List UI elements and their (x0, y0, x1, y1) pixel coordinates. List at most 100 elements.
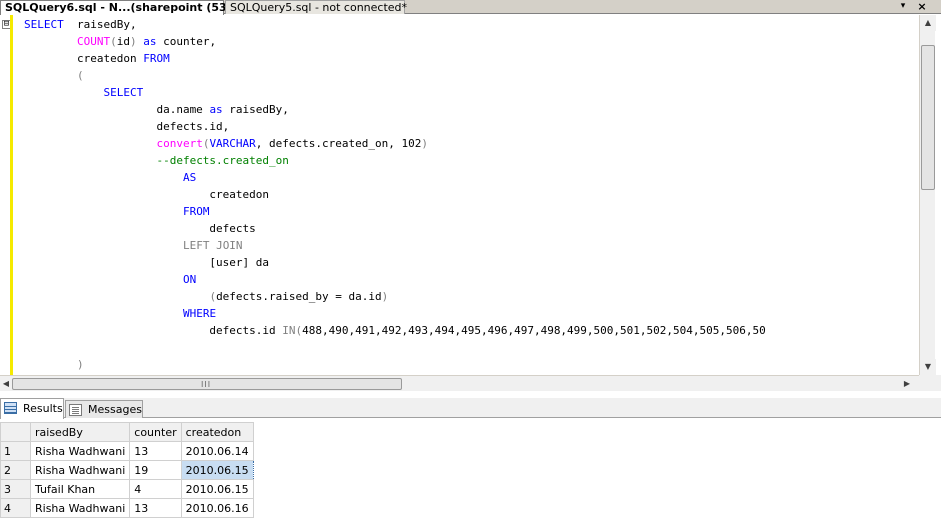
code-token: WHERE (182, 307, 217, 320)
table-row: 4 Risha Wadhwani 13 2010.06.16 (0, 498, 254, 518)
column-header-createdon[interactable]: createdon (180, 422, 254, 442)
cell-raisedby[interactable]: Risha Wadhwani (29, 498, 131, 518)
column-header-counter[interactable]: counter (129, 422, 182, 442)
change-tracking-margin (10, 15, 13, 375)
code-text[interactable]: SELECT raisedBy, COUNT(id) as counter, c… (24, 16, 766, 373)
tab-list-dropdown-icon[interactable]: ▾ (896, 0, 910, 13)
grid-icon (4, 402, 17, 414)
scrollbar-corner (919, 375, 941, 391)
table-row: 3 Tufail Khan 4 2010.06.15 (0, 479, 254, 499)
code-token: id (116, 35, 130, 48)
vertical-scroll-thumb[interactable] (921, 45, 935, 190)
horizontal-scroll-thumb[interactable]: III (12, 378, 402, 390)
table-row: 1 Risha Wadhwani 13 2010.06.14 (0, 441, 254, 461)
scroll-down-icon[interactable]: ▼ (920, 359, 936, 375)
code-token: ) (129, 35, 137, 48)
cell-raisedby[interactable]: Risha Wadhwani (29, 460, 131, 480)
code-token: da.name (24, 103, 210, 116)
editor-horizontal-scrollbar[interactable]: ◀ III ▶ (0, 375, 919, 391)
code-line[interactable]: createdon (24, 186, 766, 203)
document-tab-strip: SQLQuery6.sql - N...(sharepoint (53))* S… (0, 0, 941, 15)
code-line[interactable]: defects.id IN(488,490,491,492,493,494,49… (24, 322, 765, 339)
sql-editor[interactable]: ⊟ SELECT raisedBy, COUNT(id) as counter,… (0, 15, 919, 375)
code-line[interactable]: AS (24, 169, 766, 186)
column-header-raisedby[interactable]: raisedBy (29, 422, 131, 442)
results-grid-area: raisedBy counter createdon 1 Risha Wadhw… (0, 419, 941, 527)
row-number[interactable]: 2 (0, 460, 31, 480)
code-line[interactable]: SELECT raisedBy, (24, 16, 766, 33)
code-token: as (209, 103, 223, 116)
grid-corner-cell[interactable] (0, 422, 31, 442)
cell-createdon-selected[interactable]: 2010.06.15 (180, 460, 254, 480)
code-token: createdon (24, 188, 270, 201)
scroll-up-icon[interactable]: ▲ (920, 15, 936, 31)
editor-vertical-scrollbar[interactable]: ▲ ▼ (919, 15, 936, 375)
code-line[interactable]: --defects.created_on (24, 152, 766, 169)
tab-messages[interactable]: Messages (65, 400, 143, 418)
code-line[interactable]: [user] da (24, 254, 766, 271)
code-line[interactable]: WHERE (24, 305, 766, 322)
code-line[interactable]: LEFT JOIN (24, 237, 766, 254)
code-line[interactable]: COUNT(id) as counter, (24, 33, 766, 50)
scroll-left-icon[interactable]: ◀ (0, 376, 12, 392)
code-line[interactable]: da.name as raisedBy, (24, 101, 766, 118)
code-line[interactable]: FROM (24, 203, 766, 220)
code-token: counter, (156, 35, 217, 48)
code-line[interactable]: ON (24, 271, 766, 288)
cell-raisedby[interactable]: Tufail Khan (29, 479, 131, 499)
code-line[interactable]: convert(VARCHAR, defects.created_on, 102… (24, 135, 766, 152)
code-line[interactable]: defects.id, (24, 118, 766, 135)
scroll-right-icon[interactable]: ▶ (901, 376, 913, 392)
close-tab-icon[interactable]: × (915, 0, 929, 13)
code-token: SELECT (24, 18, 64, 31)
code-line[interactable]: defects (24, 220, 766, 237)
tab-sqlquery6[interactable]: SQLQuery6.sql - N...(sharepoint (53))* (0, 0, 243, 15)
code-line[interactable]: createdon FROM (24, 50, 766, 67)
code-token: SELECT (103, 86, 144, 99)
cell-counter[interactable]: 19 (129, 460, 182, 480)
table-row: 2 Risha Wadhwani 19 2010.06.15 (0, 460, 254, 480)
code-token: AS (182, 171, 197, 184)
row-number[interactable]: 3 (0, 479, 31, 499)
scroll-grip-icon: III (201, 380, 212, 389)
code-token: [user] da (24, 256, 270, 269)
cell-createdon[interactable]: 2010.06.15 (180, 479, 254, 499)
code-line[interactable]: ) (24, 356, 766, 373)
code-line[interactable]: ( (24, 67, 766, 84)
code-token: , defects.created_on, 102 (255, 137, 422, 150)
tab-sqlquery5[interactable]: SQLQuery5.sql - not connected* (225, 0, 407, 14)
cell-createdon[interactable]: 2010.06.14 (180, 441, 254, 461)
cell-counter[interactable]: 13 (129, 441, 182, 461)
results-tab-strip: Results Messages (0, 398, 941, 419)
code-token: ) (76, 358, 84, 371)
code-token: createdon (24, 52, 144, 65)
code-token: convert (156, 137, 203, 150)
code-line[interactable]: (defects.raised_by = da.id) (24, 288, 766, 305)
code-token: raisedBy, (222, 103, 289, 116)
code-token: COUNT (76, 35, 111, 48)
code-token: defects.raised_by = da.id (216, 290, 382, 303)
code-line[interactable]: SELECT (24, 84, 766, 101)
row-number[interactable]: 4 (0, 498, 31, 518)
code-line[interactable] (24, 339, 766, 356)
code-token: ) (381, 290, 389, 303)
code-token: IN (282, 324, 296, 337)
tab-messages-label: Messages (88, 403, 142, 416)
cell-counter[interactable]: 13 (129, 498, 182, 518)
cell-counter[interactable]: 4 (129, 479, 182, 499)
cell-raisedby[interactable]: Risha Wadhwani (29, 441, 131, 461)
cell-createdon[interactable]: 2010.06.16 (180, 498, 254, 518)
row-number[interactable]: 1 (0, 441, 31, 461)
tab-results[interactable]: Results (0, 398, 64, 419)
code-token: ON (182, 273, 197, 286)
messages-icon (69, 404, 82, 416)
